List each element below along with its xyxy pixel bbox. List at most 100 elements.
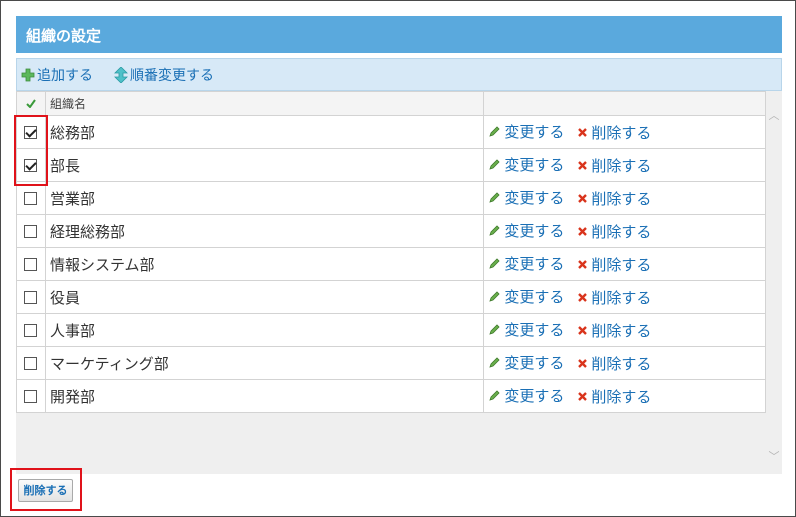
edit-link[interactable]: 変更する <box>488 352 564 373</box>
edit-label: 変更する <box>504 222 565 240</box>
plus-icon <box>21 68 35 82</box>
row-actions: 変更する 削除する <box>483 247 766 281</box>
row-actions: 変更する 削除する <box>483 214 766 248</box>
edit-label: 変更する <box>504 288 565 306</box>
pencil-icon <box>489 258 500 269</box>
pencil-icon <box>489 126 500 137</box>
row-checkbox[interactable] <box>24 258 38 271</box>
org-name: 役員 <box>44 280 485 314</box>
delete-selected-button[interactable]: 削除する <box>18 479 73 502</box>
delete-link[interactable]: 削除する <box>577 320 651 341</box>
add-button[interactable]: 追加する <box>21 65 93 85</box>
delete-link[interactable]: 削除する <box>577 353 651 374</box>
edit-link[interactable]: 変更する <box>488 319 564 340</box>
close-icon <box>578 392 588 401</box>
table-row: 営業部 変更する 削除する <box>16 181 766 215</box>
close-icon <box>578 293 588 302</box>
org-name: 情報システム部 <box>44 247 485 281</box>
edit-link[interactable]: 変更する <box>488 121 564 142</box>
delete-link[interactable]: 削除する <box>577 122 651 143</box>
row-checkbox-cell <box>16 379 46 413</box>
table-row: 情報システム部 変更する 削除する <box>16 247 766 281</box>
row-checkbox-cell <box>16 280 46 314</box>
org-name: マーケティング部 <box>44 346 485 380</box>
row-checkbox[interactable] <box>24 324 38 337</box>
edit-label: 変更する <box>504 255 565 273</box>
edit-link[interactable]: 変更する <box>488 187 564 208</box>
pencil-icon <box>489 390 500 401</box>
close-icon <box>578 227 588 236</box>
row-actions: 変更する 削除する <box>483 280 766 314</box>
edit-label: 変更する <box>504 387 565 405</box>
close-icon <box>578 260 588 269</box>
table-row: 人事部 変更する 削除する <box>16 313 766 347</box>
pencil-icon <box>489 225 500 236</box>
org-name: 人事部 <box>44 313 485 347</box>
check-icon <box>26 98 36 109</box>
scroll-down-arrow[interactable]: ﹀ <box>768 448 780 463</box>
row-actions: 変更する 削除する <box>483 313 766 347</box>
org-name: 経理総務部 <box>44 214 485 248</box>
org-table: 組織名 総務部 変更する 削除する 部長 変更する 削除する 営業部 変更する 削除する 経理総務… <box>16 91 766 413</box>
table-row: 経理総務部 変更する 削除する <box>16 214 766 248</box>
pencil-icon <box>489 192 500 203</box>
delete-link[interactable]: 削除する <box>577 386 651 407</box>
highlight-checked-rows <box>14 115 48 186</box>
row-checkbox-cell <box>16 346 46 380</box>
edit-link[interactable]: 変更する <box>488 220 564 241</box>
pencil-icon <box>489 159 500 170</box>
pencil-icon <box>489 357 500 368</box>
edit-label: 変更する <box>504 321 565 339</box>
table-row: 開発部 変更する 削除する <box>16 379 766 413</box>
pencil-icon <box>489 324 500 335</box>
edit-link[interactable]: 変更する <box>488 253 564 274</box>
table-row: 部長 変更する 削除する <box>16 148 766 182</box>
reorder-button[interactable]: 順番変更する <box>114 65 214 85</box>
table-row: 役員 変更する 削除する <box>16 280 766 314</box>
edit-label: 変更する <box>504 354 565 372</box>
delete-label: 削除する <box>591 388 652 406</box>
org-name: 開発部 <box>44 379 485 413</box>
table-row: 総務部 変更する 削除する <box>16 115 766 149</box>
column-header-name: 組織名 <box>44 91 485 116</box>
delete-label: 削除する <box>591 289 652 307</box>
delete-label: 削除する <box>591 157 652 175</box>
edit-link[interactable]: 変更する <box>488 286 564 307</box>
pencil-icon <box>489 291 500 302</box>
close-icon <box>578 128 588 137</box>
delete-link[interactable]: 削除する <box>577 188 651 209</box>
org-name: 部長 <box>44 148 485 182</box>
org-table-area: 組織名 総務部 変更する 削除する 部長 変更する 削除する 営業部 変更する 削除する 経理総務… <box>16 91 782 474</box>
delete-link[interactable]: 削除する <box>577 221 651 242</box>
edit-link[interactable]: 変更する <box>488 385 564 406</box>
row-checkbox[interactable] <box>24 390 38 403</box>
window-frame: 組織の設定 追加する 順番変更する 組織名 総務部 変更する 削除する 部長 変更する削… <box>0 0 796 517</box>
scrollbar[interactable]: ︿ ﹀ <box>766 91 782 474</box>
row-checkbox[interactable] <box>24 357 38 370</box>
delete-label: 削除する <box>591 322 652 340</box>
scroll-up-arrow[interactable]: ︿ <box>768 107 780 122</box>
row-checkbox-cell <box>16 313 46 347</box>
delete-label: 削除する <box>591 124 652 142</box>
delete-link[interactable]: 削除する <box>577 155 651 176</box>
delete-label: 削除する <box>591 256 652 274</box>
sort-arrows-icon <box>114 67 128 83</box>
row-checkbox-cell <box>16 181 46 215</box>
column-header-actions <box>483 91 766 116</box>
delete-link[interactable]: 削除する <box>577 254 651 275</box>
close-icon <box>578 359 588 368</box>
edit-label: 変更する <box>504 123 565 141</box>
toolbar: 追加する 順番変更する <box>16 58 782 91</box>
edit-link[interactable]: 変更する <box>488 154 564 175</box>
select-all-header[interactable] <box>16 91 46 116</box>
delete-label: 削除する <box>591 355 652 373</box>
row-checkbox[interactable] <box>24 192 38 205</box>
title-bar: 組織の設定 <box>16 16 782 53</box>
org-name: 総務部 <box>44 115 485 149</box>
table-header-row: 組織名 <box>16 91 766 116</box>
delete-link[interactable]: 削除する <box>577 287 651 308</box>
row-checkbox[interactable] <box>24 225 38 238</box>
edit-label: 変更する <box>504 189 565 207</box>
add-label: 追加する <box>37 68 93 84</box>
row-checkbox[interactable] <box>24 291 38 304</box>
